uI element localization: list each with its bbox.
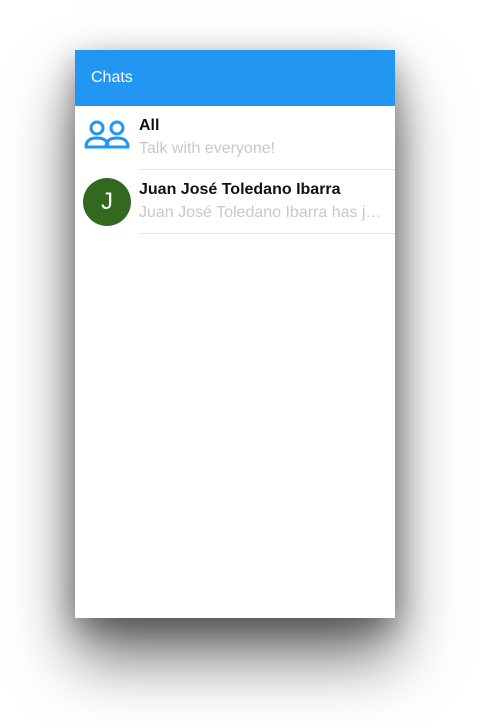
chat-title: All — [139, 116, 160, 134]
page-title: Chats — [91, 69, 133, 86]
chat-item-body: All Talk with everyone! — [139, 106, 395, 170]
chat-item-leading: J — [75, 170, 139, 234]
avatar: J — [83, 178, 131, 226]
app-window: Chats All Talk with everyone! J Juan Jos… — [75, 50, 395, 618]
chat-list: All Talk with everyone! J Juan José Tole… — [75, 106, 395, 234]
chat-subtitle: Talk with everyone! — [139, 139, 276, 157]
chat-item-leading — [75, 106, 139, 170]
group-icon — [84, 120, 130, 157]
chat-item-all[interactable]: All Talk with everyone! — [75, 106, 395, 170]
chat-title: Juan José Toledano Ibarra — [139, 180, 341, 198]
app-bar: Chats — [75, 50, 395, 106]
chat-item-body: Juan José Toledano Ibarra Juan José Tole… — [139, 170, 395, 234]
chat-item-juan[interactable]: J Juan José Toledano Ibarra Juan José To… — [75, 170, 395, 234]
chat-subtitle: Juan José Toledano Ibarra has joined — [139, 203, 387, 221]
